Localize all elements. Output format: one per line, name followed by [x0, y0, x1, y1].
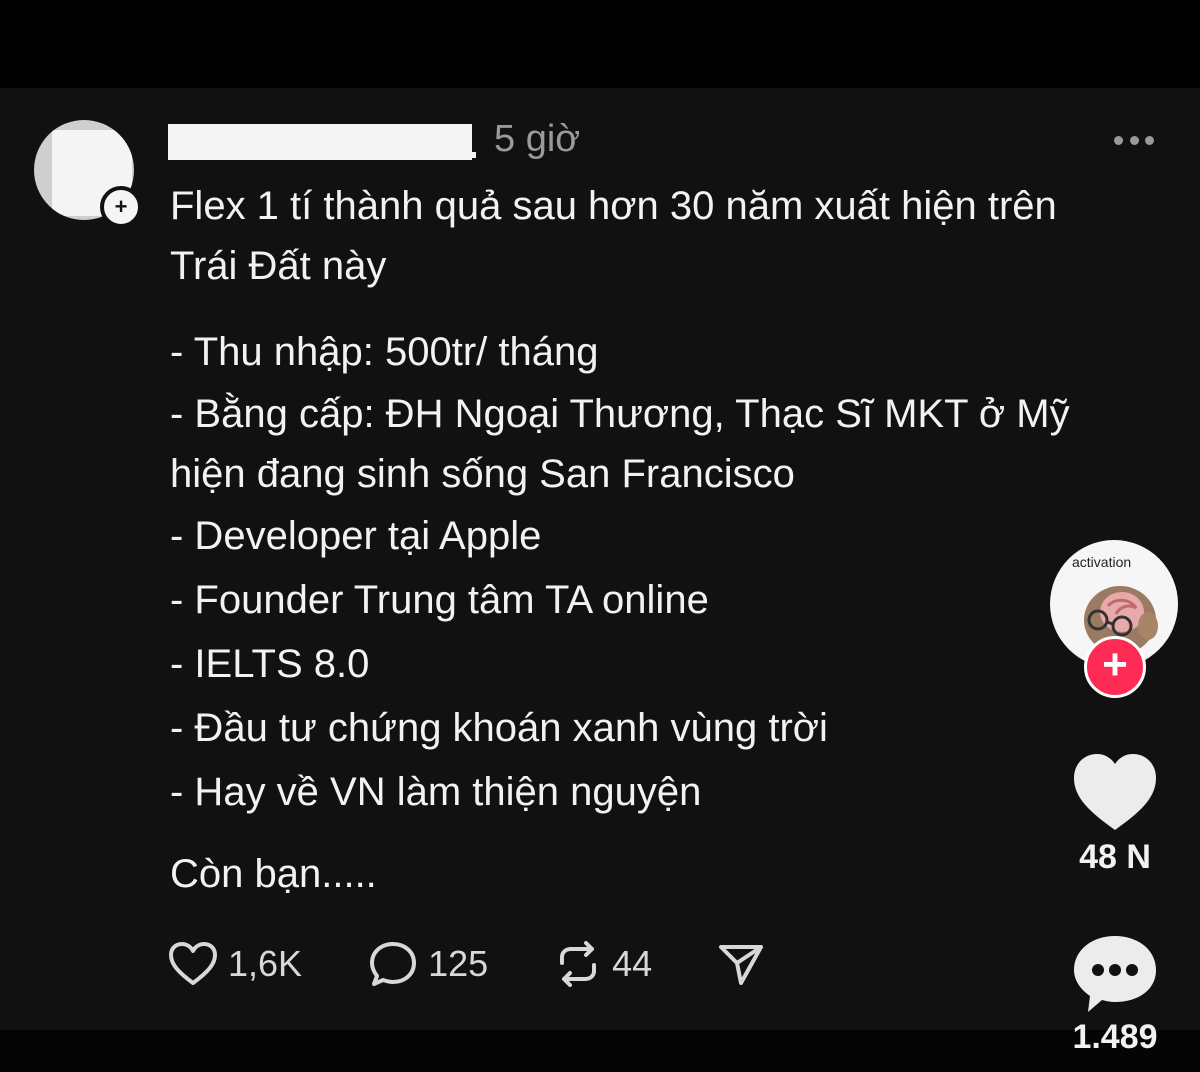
creator-follow-button[interactable]: +: [1084, 636, 1146, 698]
more-icon[interactable]: [1114, 132, 1154, 148]
repost-button[interactable]: 44: [554, 941, 652, 987]
post-actions: 1,6K 125 44: [168, 936, 830, 992]
comment-icon: [370, 942, 417, 986]
like-count: 1,6K: [228, 943, 303, 984]
post-list-item: - Founder Trung tâm TA online: [170, 578, 709, 622]
sidebar-comment-count: 1.489: [1072, 1018, 1158, 1056]
share-icon: [719, 945, 764, 985]
post-list-item: - Hay về VN làm thiện nguyện: [170, 770, 702, 814]
share-button[interactable]: [718, 942, 764, 986]
post-title-line: Flex 1 tí thành quả sau hơn 30 năm xuất …: [170, 184, 1057, 228]
author-follow-button[interactable]: +: [100, 186, 142, 228]
post-list-item: - Bằng cấp: ĐH Ngoại Thương, Thạc Sĩ MKT…: [170, 392, 1070, 436]
post-title-line: Trái Đất này: [170, 244, 387, 288]
post-list-item: - Developer tại Apple: [170, 514, 542, 558]
post-time: 5 giờ: [494, 118, 581, 160]
sidebar-like-count: 48 N: [1079, 838, 1151, 876]
heart-icon[interactable]: [1072, 752, 1158, 832]
post-list-item: - Thu nhập: 500tr/ tháng: [170, 330, 599, 374]
username-redacted[interactable]: [168, 124, 476, 160]
post-list-item: - IELTS 8.0: [170, 642, 370, 686]
repost-count: 44: [612, 943, 653, 984]
chat-bubble-icon[interactable]: [1072, 934, 1158, 1014]
like-button[interactable]: 1,6K: [168, 941, 302, 987]
heart-icon: [169, 942, 217, 985]
reply-button[interactable]: 125: [368, 940, 488, 988]
post-body: Flex 1 tí thành quả sau hơn 30 năm xuất …: [170, 176, 1130, 904]
reply-count: 125: [428, 943, 489, 984]
post-list-item: hiện đang sinh sống San Francisco: [170, 452, 795, 496]
bottom-strip: [0, 1030, 1200, 1072]
screen: + 5 giờ Flex 1 tí thành quả sau hơn 30 n…: [0, 0, 1200, 1072]
plus-icon: +: [1102, 640, 1128, 689]
repost-icon: [560, 941, 597, 987]
post-list-item: - Đầu tư chứng khoán xanh vùng trời: [170, 706, 828, 750]
plus-icon: +: [114, 194, 128, 219]
post-outro: Còn bạn.....: [170, 852, 377, 896]
